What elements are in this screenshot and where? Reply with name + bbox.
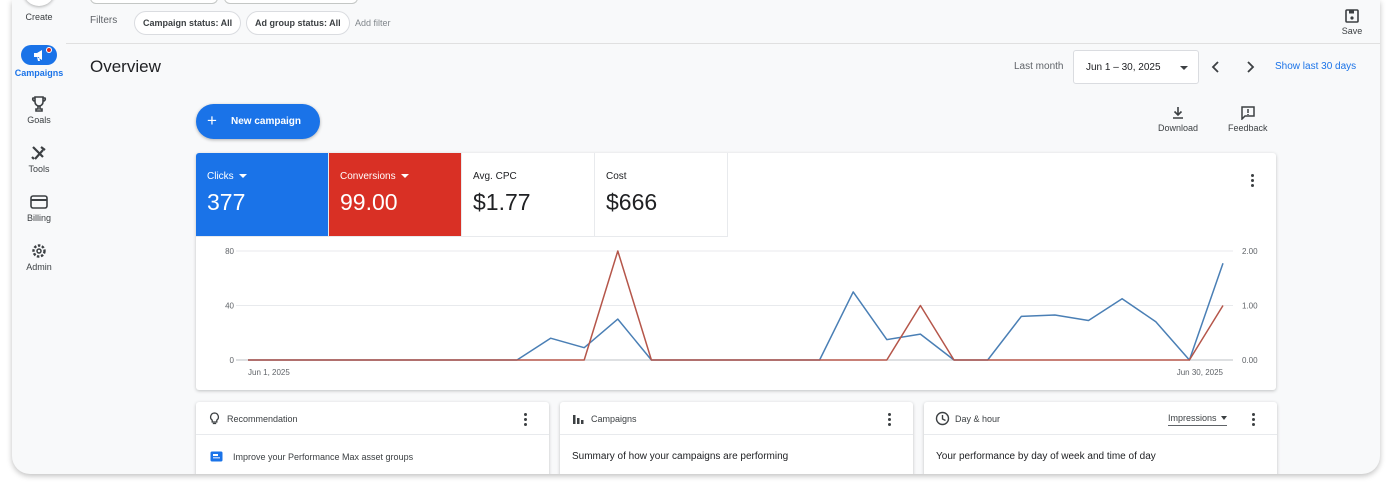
- y-right-tick-label: 1.00: [1242, 302, 1258, 311]
- nav-item-admin[interactable]: Admin: [12, 243, 66, 272]
- filter-chip-campaign-status[interactable]: Campaign status: All: [134, 11, 242, 35]
- x-tick-label: Jun 30, 2025: [1177, 368, 1224, 377]
- download-icon: [1173, 107, 1184, 119]
- campaigns-card-header: Campaigns: [560, 402, 913, 435]
- nav-label-campaigns: Campaigns: [14, 68, 64, 78]
- metric-cost[interactable]: Cost $666: [595, 153, 728, 237]
- day-hour-card-summary: Your performance by day of week and time…: [936, 451, 1156, 462]
- feedback-button[interactable]: Feedback: [1228, 106, 1268, 133]
- feedback-icon: [1241, 106, 1255, 120]
- y-left-tick-label: 0: [230, 356, 235, 365]
- nav-item-goals[interactable]: Goals: [12, 96, 66, 125]
- dropdown-arrow-icon: [1220, 416, 1227, 420]
- lightbulb-icon: [209, 412, 220, 425]
- nav-label-goals: Goals: [27, 115, 51, 125]
- metric-avg-cpc[interactable]: Avg. CPC $1.77: [462, 153, 595, 237]
- metric-clicks[interactable]: Clicks 377: [196, 153, 329, 237]
- clock-icon: [935, 411, 950, 426]
- date-preset-label: Last month: [1014, 61, 1064, 72]
- create-button[interactable]: [23, 0, 55, 6]
- recommendation-card-title: Recommendation: [227, 414, 298, 424]
- chevron-left-icon[interactable]: [1206, 57, 1226, 77]
- chevron-right-icon[interactable]: [1240, 57, 1260, 77]
- recommendation-more-options-icon[interactable]: [519, 412, 531, 426]
- campaigns-card: Campaigns Summary of how your campaigns …: [560, 402, 913, 474]
- download-label: Download: [1158, 123, 1199, 133]
- day-hour-card-title: Day & hour: [955, 414, 1001, 424]
- campaigns-icon: [21, 45, 57, 65]
- dropdown-arrow-icon: [1180, 66, 1188, 70]
- view-tab[interactable]: [224, 0, 358, 4]
- y-right-tick-label: 2.00: [1242, 247, 1258, 256]
- caret-down-icon: [400, 174, 409, 178]
- metric-value-cost: $666: [606, 189, 658, 215]
- new-campaign-label: New campaign: [231, 116, 302, 127]
- metric-value-avg-cpc: $1.77: [473, 189, 531, 215]
- header-divider: [66, 43, 1380, 44]
- download-button[interactable]: Download: [1158, 106, 1198, 133]
- metric-label-conversions: Conversions: [340, 171, 396, 182]
- feedback-label: Feedback: [1228, 123, 1268, 133]
- save-label: Save: [1341, 26, 1363, 36]
- impressions-dropdown-value: Impressions: [1168, 413, 1217, 423]
- campaigns-card-summary: Summary of how your campaigns are perfor…: [572, 451, 789, 462]
- trophy-icon: [31, 96, 47, 112]
- nav-item-billing[interactable]: Billing: [12, 194, 66, 223]
- nav-item-tools[interactable]: Tools: [12, 145, 66, 174]
- metric-label-cost: Cost: [606, 171, 627, 182]
- metric-label-clicks: Clicks: [207, 171, 234, 182]
- nav-label-admin: Admin: [26, 262, 52, 272]
- metric-value-conversions: 99.00: [340, 189, 398, 215]
- impressions-dropdown[interactable]: Impressions: [1168, 413, 1227, 426]
- date-range-selector[interactable]: Jun 1 – 30, 2025: [1073, 50, 1199, 84]
- gear-icon: [32, 244, 46, 258]
- view-tab-active[interactable]: [90, 0, 218, 4]
- nav-label-billing: Billing: [26, 213, 51, 223]
- new-campaign-button[interactable]: + New campaign: [196, 104, 320, 139]
- credit-card-icon: [30, 195, 48, 209]
- recommendation-text-link[interactable]: Improve your Performance Max asset group…: [233, 452, 413, 462]
- day-hour-card-header: Day & hour Impressions: [924, 402, 1277, 435]
- series-line-clicks: [248, 263, 1224, 361]
- metric-value-clicks: 377: [207, 189, 246, 215]
- chart-more-options-icon[interactable]: [1246, 173, 1258, 187]
- page-title: Overview: [90, 57, 161, 76]
- day-hour-card: Day & hour Impressions Your performance …: [924, 402, 1277, 474]
- y-left-tick-label: 80: [225, 247, 234, 256]
- asset-group-icon: [210, 451, 223, 462]
- y-left-tick-label: 40: [225, 302, 234, 311]
- recommendation-card: Recommendation Improve your Performance …: [196, 402, 549, 474]
- performance-chart-card: Clicks 377 Conversions 99.00 Avg. CPC $1…: [196, 153, 1276, 390]
- recommendation-card-header: Recommendation: [196, 402, 549, 435]
- caret-down-icon: [238, 174, 247, 178]
- add-filter-button[interactable]: Add filter: [355, 18, 391, 28]
- app-frame: Create Campaigns Goals Tools Billing Adm…: [12, 0, 1380, 474]
- day-hour-more-options-icon[interactable]: [1247, 412, 1259, 426]
- campaigns-more-options-icon[interactable]: [883, 412, 895, 426]
- save-button[interactable]: Save: [1335, 9, 1369, 36]
- plus-icon: +: [207, 111, 217, 130]
- metric-label-avg-cpc: Avg. CPC: [473, 171, 517, 182]
- y-right-tick-label: 0.00: [1242, 356, 1258, 365]
- create-label[interactable]: Create: [12, 12, 66, 22]
- nav-item-campaigns[interactable]: Campaigns: [12, 45, 66, 78]
- nav-label-tools: Tools: [28, 164, 50, 174]
- bar-chart-icon: [573, 415, 584, 424]
- left-nav-rail: Create Campaigns Goals Tools Billing Adm…: [12, 0, 66, 474]
- filter-chip-ad-group-status[interactable]: Ad group status: All: [246, 11, 350, 35]
- performance-line-chart: 0 0.00 40 1.00 80 2.00 Jun 1, 2025 Jun 30, 2025: [225, 247, 1258, 377]
- date-range-value: Jun 1 – 30, 2025: [1086, 62, 1161, 73]
- campaigns-card-title: Campaigns: [591, 414, 637, 424]
- x-tick-label: Jun 1, 2025: [248, 368, 290, 377]
- metric-conversions[interactable]: Conversions 99.00: [329, 153, 462, 237]
- filters-label: Filters: [90, 15, 118, 26]
- tools-icon: [31, 146, 46, 160]
- save-icon: [1345, 9, 1359, 23]
- show-last-30-days-link[interactable]: Show last 30 days: [1275, 61, 1356, 72]
